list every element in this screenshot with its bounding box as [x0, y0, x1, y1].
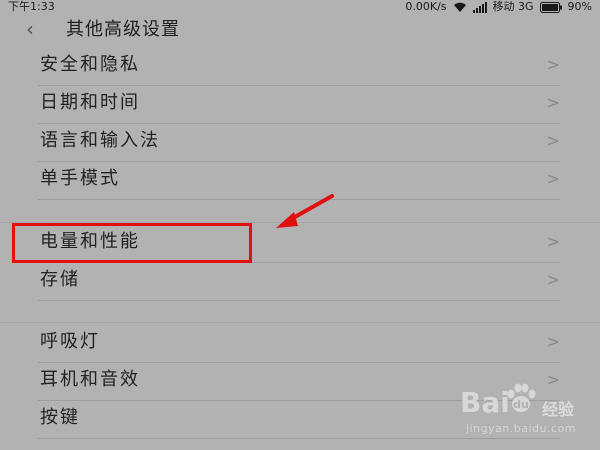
paw-icon: du: [507, 383, 536, 412]
svg-text:du: du: [513, 398, 529, 411]
wifi-icon: [453, 2, 466, 12]
list-item-label: 语言和输入法: [40, 130, 160, 151]
chevron-right-icon: >: [546, 232, 560, 251]
list-item-label: 安全和隐私: [40, 54, 140, 75]
signal-icon: [472, 1, 487, 13]
chevron-left-icon[interactable]: ‹: [26, 16, 34, 42]
list-item-storage[interactable]: 存储 >: [30, 262, 560, 300]
list-item-label: 存储: [40, 269, 80, 290]
divider: [38, 300, 560, 301]
status-time: 下午1:33: [8, 0, 55, 13]
highlight-box: [12, 223, 252, 263]
chevron-right-icon: >: [546, 270, 560, 289]
list-item-label: 日期和时间: [40, 92, 140, 113]
list-item-date-time[interactable]: 日期和时间 >: [30, 85, 560, 123]
network-speed: 0.00K/s: [405, 0, 447, 13]
chevron-right-icon: >: [546, 93, 560, 112]
page-title: 其他高级设置: [66, 19, 180, 40]
header: ‹ 其他高级设置: [0, 14, 600, 46]
chevron-right-icon: >: [546, 332, 560, 351]
list-item-label: 呼吸灯: [40, 331, 100, 352]
carrier: 移动 3G: [492, 0, 534, 13]
watermark-logo: Bai: [460, 386, 510, 419]
chevron-right-icon: >: [546, 55, 560, 74]
watermark-site: 经验: [542, 400, 575, 419]
list-item-label: 按键: [40, 407, 80, 428]
battery-icon: [539, 1, 562, 13]
list-item-breathing-light[interactable]: 呼吸灯 >: [30, 324, 560, 362]
list-item-label: 单手模式: [40, 168, 120, 189]
chevron-right-icon: >: [546, 131, 560, 150]
status-bar: 下午1:33 0.00K/s 移动 3G 90%: [0, 0, 600, 14]
battery-level: 90%: [567, 0, 592, 13]
chevron-right-icon: >: [546, 169, 560, 188]
baidu-jingyan-watermark: Bai du 经验 jingyan.baidu.com: [460, 382, 596, 442]
list-item-language-input[interactable]: 语言和输入法 >: [30, 123, 560, 161]
list-item-label: 耳机和音效: [40, 369, 140, 390]
watermark-url: jingyan.baidu.com: [466, 422, 577, 435]
red-arrow-icon: [276, 194, 334, 228]
section-divider: [0, 322, 600, 323]
list-item-security-privacy[interactable]: 安全和隐私 >: [30, 47, 560, 85]
status-right: 0.00K/s 移动 3G 90%: [405, 0, 592, 14]
